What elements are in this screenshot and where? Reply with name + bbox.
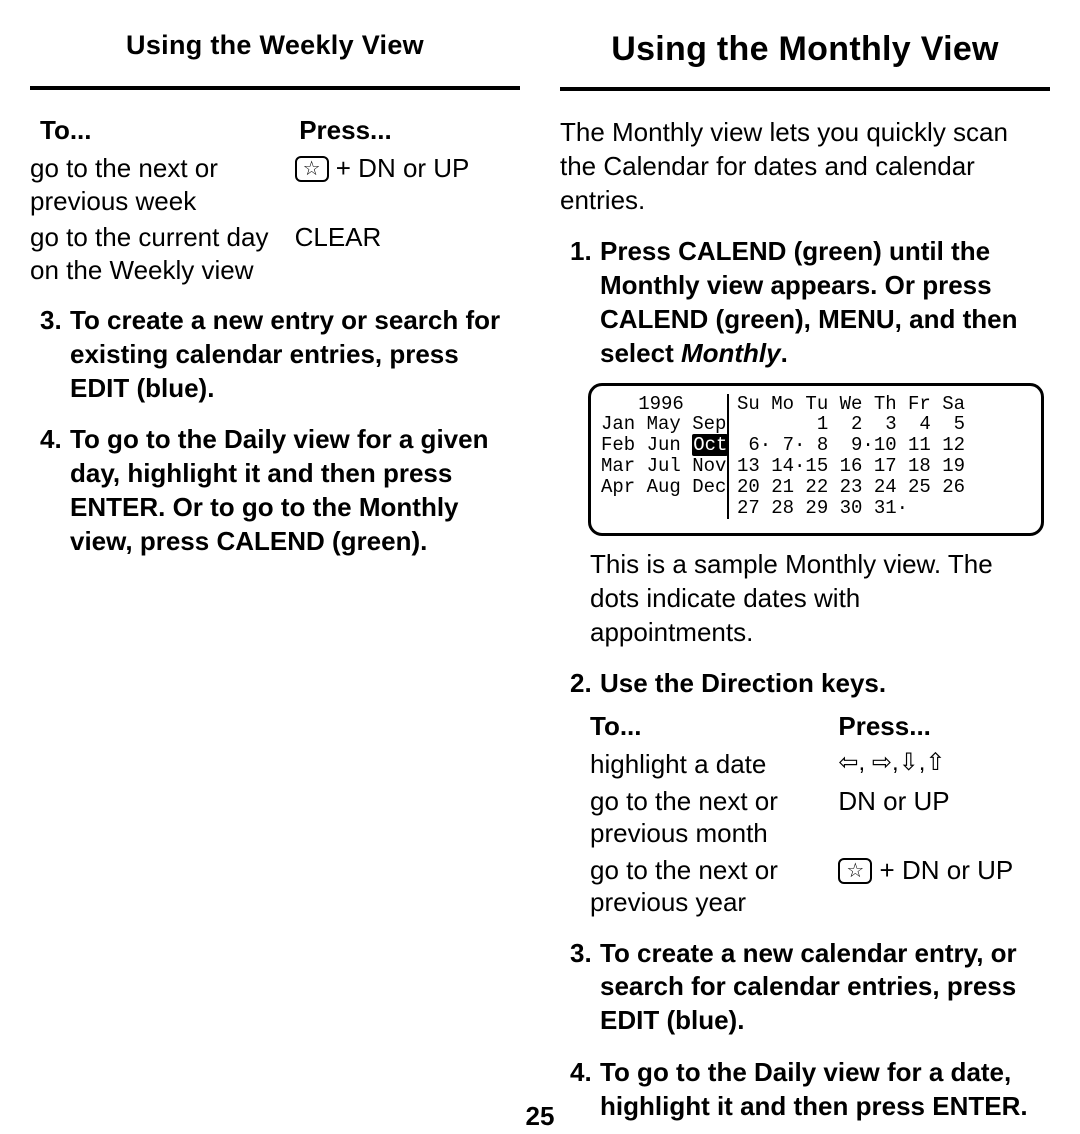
row-press: ☆ + DN or UP [838, 854, 1050, 919]
star-key-icon: ☆ [295, 156, 329, 182]
monthly-intro: The Monthly view lets you quickly scan t… [560, 116, 1050, 217]
th-press: Press... [838, 711, 1050, 742]
arrow-keys-icon: ⇦, ⇨,⇩,⇧ [838, 748, 1050, 781]
star-key-icon: ☆ [838, 858, 872, 884]
row-to: go to the current day on the Weekly view [30, 221, 295, 286]
page-number: 25 [0, 1101, 1080, 1132]
lcd-year: 1996 [601, 394, 721, 415]
monthly-lcd-screenshot: 1996 Jan May Sep Feb Jun Oct Mar Jul Nov… [588, 383, 1044, 536]
row-press: DN or UP [838, 785, 1050, 850]
table-row: highlight a date ⇦, ⇨,⇩,⇧ [590, 748, 1050, 781]
table-row: go to the next or previous week ☆ + DN o… [30, 152, 520, 217]
left-column: Using the Weekly View To... Press... go … [30, 30, 520, 1124]
step-2-monthly: 2. Use the Direction keys. [570, 667, 1050, 701]
lcd-month-list: 1996 Jan May Sep Feb Jun Oct Mar Jul Nov… [601, 394, 729, 519]
monthly-view-heading: Using the Monthly View [560, 30, 1050, 91]
row-press: CLEAR [295, 221, 520, 286]
step-3-monthly: 3. To create a new calendar entry, or se… [570, 937, 1050, 1038]
row-to: go to the next or previous year [590, 854, 838, 919]
row-to: go to the next or previous month [590, 785, 838, 850]
table-row: go to the current day on the Weekly view… [30, 221, 520, 286]
manual-page: Using the Weekly View To... Press... go … [0, 0, 1080, 1134]
step-3-weekly: 3. To create a new entry or search for e… [40, 304, 520, 405]
step-1-monthly: 1. Press CALEND (green) until the Monthl… [570, 235, 1050, 370]
row-to: highlight a date [590, 748, 838, 781]
selected-month: Oct [692, 434, 728, 456]
right-column: Using the Monthly View The Monthly view … [560, 30, 1050, 1124]
table-row: go to the next or previous month DN or U… [590, 785, 1050, 850]
table-row: go to the next or previous year ☆ + DN o… [590, 854, 1050, 919]
row-press: ☆ + DN or UP [295, 152, 520, 217]
row-to: go to the next or previous week [30, 152, 295, 217]
lcd-caption: This is a sample Monthly view. The dots … [590, 548, 1030, 649]
th-press: Press... [299, 115, 520, 146]
weekly-table-header: To... Press... [40, 115, 520, 146]
weekly-view-heading: Using the Weekly View [30, 30, 520, 90]
monthly-table-header: To... Press... [590, 711, 1050, 742]
th-to: To... [590, 711, 838, 742]
step-4-weekly: 4. To go to the Daily view for a given d… [40, 423, 520, 558]
lcd-calendar-grid: Su Mo Tu We Th Fr Sa 1 2 3 4 5 6· 7· 8 9… [729, 394, 965, 519]
monthly-table: To... Press... highlight a date ⇦, ⇨,⇩,⇧… [590, 711, 1050, 919]
th-to: To... [40, 115, 299, 146]
